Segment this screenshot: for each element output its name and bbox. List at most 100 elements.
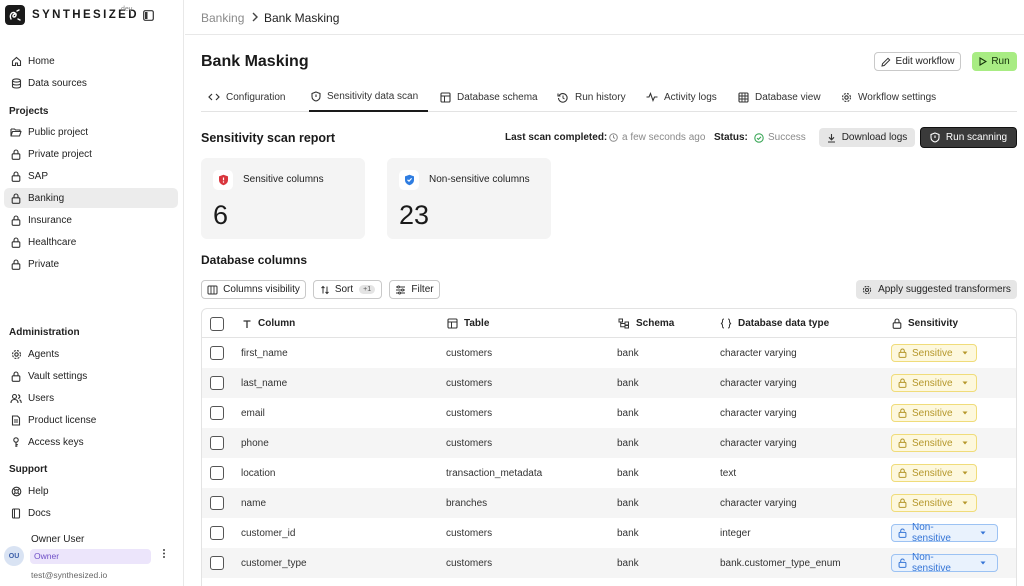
lock-icon (10, 170, 22, 182)
tab-run-history[interactable]: Run history (557, 82, 626, 112)
chevron-right-icon (252, 12, 258, 22)
select-all-checkbox[interactable] (210, 309, 224, 338)
sidebar-item-private[interactable]: Private (4, 254, 178, 274)
schema-icon (618, 318, 630, 329)
brand[interactable]: SYNTHESIZED (5, 5, 139, 25)
env-label: dev (121, 6, 133, 13)
sidebar-item-agents[interactable]: Agents (4, 344, 178, 364)
tab-workflow-settings[interactable]: Workflow settings (841, 82, 936, 112)
checkbox[interactable] (210, 436, 224, 450)
sidebar-item-label: Help (28, 485, 49, 497)
table-row[interactable]: first_name customers bank character varying… (202, 338, 1016, 368)
sidebar-item-users[interactable]: Users (4, 388, 178, 408)
sensitivity-value: Sensitive (912, 407, 953, 419)
last-scan-value: a few seconds ago (609, 132, 705, 143)
sidebar-item-private-project[interactable]: Private project (4, 144, 178, 164)
run-scanning-button[interactable]: Run scanning (920, 127, 1017, 148)
apply-transformers-label: Apply suggested transformers (878, 284, 1011, 295)
column-header-column[interactable]: Column (242, 309, 295, 338)
sensitivity-select[interactable]: Sensitive (891, 374, 977, 392)
schema-cell: bank (617, 557, 639, 569)
column-header-sensitivity[interactable]: Sensitivity (892, 309, 958, 338)
sidebar-collapse-icon[interactable] (143, 10, 154, 21)
table-row[interactable]: location transaction_metadata bank text Sens… (202, 458, 1016, 488)
user-name: Owner User (31, 534, 85, 545)
sidebar-item-access-keys[interactable]: Access keys (4, 432, 178, 452)
table-row[interactable]: customer_type customers bank bank.customer_… (202, 548, 1016, 578)
edit-workflow-button[interactable]: Edit workflow (874, 52, 961, 71)
filter-button[interactable]: Filter (389, 280, 440, 299)
columns-visibility-button[interactable]: Columns visibility (201, 280, 306, 299)
sidebar-item-sap[interactable]: SAP (4, 166, 178, 186)
tab-activity-logs[interactable]: Activity logs (646, 82, 717, 112)
checkbox[interactable] (210, 316, 224, 331)
column-name-cell: first_name (241, 347, 288, 359)
sidebar-item-label: Access keys (28, 436, 84, 448)
more-vertical-icon[interactable] (162, 548, 166, 559)
checkbox[interactable] (210, 496, 224, 510)
apply-suggested-transformers-button[interactable]: Apply suggested transformers (856, 280, 1017, 299)
table-row[interactable]: name branches bank character varying Sensiti… (202, 488, 1016, 518)
sidebar-item-help[interactable]: Help (4, 481, 178, 501)
grid-icon (738, 91, 749, 103)
sort-button[interactable]: Sort +1 (313, 280, 382, 299)
download-logs-button[interactable]: Download logs (819, 128, 915, 147)
tab-database-schema[interactable]: Database schema (440, 82, 538, 112)
sidebar-item-product-license[interactable]: Product license (4, 410, 178, 430)
run-button[interactable]: Run (972, 52, 1017, 71)
avatar[interactable]: OU (4, 546, 24, 566)
database-icon (10, 77, 22, 89)
table-row[interactable]: customer_id customers bank integer Non-sensi… (202, 518, 1016, 548)
page-title: Bank Masking (201, 53, 309, 70)
shield-icon (311, 90, 321, 102)
table-row[interactable]: last_name customers bank character varying S… (202, 368, 1016, 398)
column-header-schema[interactable]: Schema (618, 309, 674, 338)
row-checkbox-cell (210, 458, 224, 488)
run-label: Run (991, 56, 1010, 67)
checkbox[interactable] (210, 556, 224, 570)
checkbox[interactable] (210, 376, 224, 390)
tab-label: Activity logs (664, 91, 717, 103)
sidebar-item-insurance[interactable]: Insurance (4, 210, 178, 230)
checkbox[interactable] (210, 406, 224, 420)
data-type-cell: character varying (720, 497, 797, 509)
sensitivity-select[interactable]: Sensitive (891, 344, 977, 362)
table-icon (440, 91, 451, 103)
sensitivity-select[interactable]: Sensitive (891, 434, 977, 452)
sidebar-item-docs[interactable]: Docs (4, 503, 178, 523)
tab-configuration[interactable]: Configuration (208, 82, 285, 112)
sensitivity-select[interactable]: Sensitive (891, 494, 977, 512)
sensitive-shield-icon (213, 170, 233, 190)
breadcrumb-parent[interactable]: Banking (201, 11, 244, 25)
history-icon (557, 92, 569, 103)
sidebar-item-public-project[interactable]: Public project (4, 122, 178, 142)
run-scanning-label: Run scanning (945, 132, 1008, 143)
checkbox[interactable] (210, 466, 224, 480)
row-checkbox-cell (210, 548, 224, 578)
sensitivity-select[interactable]: Sensitive (891, 464, 977, 482)
sidebar-item-vault-settings[interactable]: Vault settings (4, 366, 178, 386)
checkbox[interactable] (210, 526, 224, 540)
sidebar-item-data-sources[interactable]: Data sources (4, 73, 178, 93)
tab-sensitivity-data-scan[interactable]: Sensitivity data scan (309, 82, 428, 112)
column-header-data-type[interactable]: Database data type (720, 309, 829, 338)
sidebar-item-banking[interactable]: Banking (4, 188, 178, 208)
sensitivity-select[interactable]: Non-sensitive (891, 522, 998, 544)
column-name-cell: email (241, 407, 265, 419)
sidebar-item-healthcare[interactable]: Healthcare (4, 232, 178, 252)
lock-icon (10, 148, 22, 160)
table-row[interactable]: phone customers bank character varying Sensi… (202, 428, 1016, 458)
lifebuoy-icon (10, 486, 22, 497)
code-icon (208, 92, 220, 102)
tab-database-view[interactable]: Database view (738, 82, 821, 112)
checkbox[interactable] (210, 346, 224, 360)
table-row[interactable]: email customers bank character varying Sensi… (202, 398, 1016, 428)
sidebar-item-label: Docs (28, 507, 51, 519)
sensitivity-select[interactable]: Sensitive (891, 404, 977, 422)
column-header-table[interactable]: Table (447, 309, 489, 338)
sensitivity-select[interactable]: Non-sensitive (891, 552, 998, 574)
sidebar-item-home[interactable]: Home (4, 51, 178, 71)
table-name-cell: customers (446, 527, 493, 539)
row-checkbox-cell (210, 398, 224, 428)
braces-icon (720, 318, 732, 329)
